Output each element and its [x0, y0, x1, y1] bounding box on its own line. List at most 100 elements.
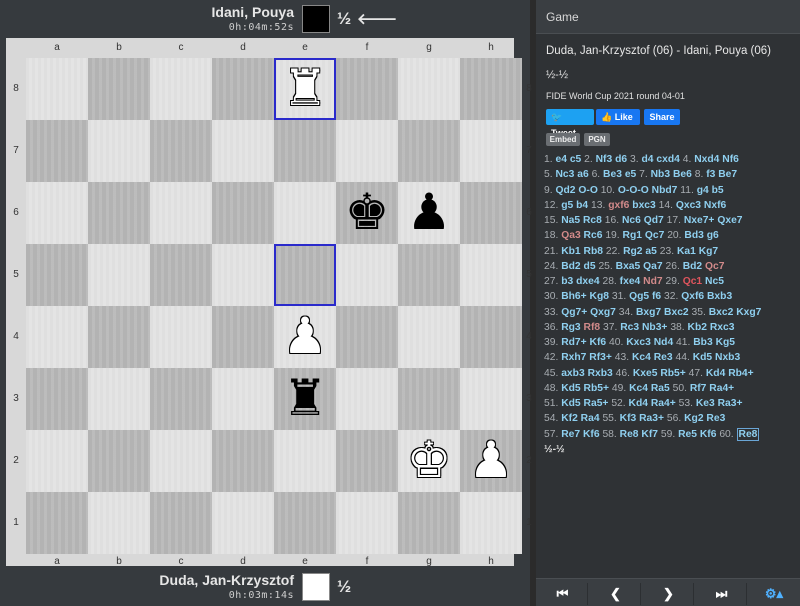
square-c4[interactable] — [150, 306, 212, 368]
square-c8[interactable] — [150, 58, 212, 120]
move[interactable]: Ra4+ — [651, 398, 676, 409]
move[interactable]: Kd4 — [629, 398, 648, 409]
move[interactable]: f3 — [706, 169, 715, 180]
square-e6[interactable] — [274, 182, 336, 244]
move[interactable]: fxe4 — [620, 276, 641, 287]
move[interactable]: Bh6+ — [561, 291, 586, 302]
move[interactable]: bxc3 — [632, 200, 655, 211]
move[interactable]: Be7 — [718, 169, 737, 180]
move[interactable]: Bd2 — [683, 261, 702, 272]
move[interactable]: Rg3 — [561, 322, 580, 333]
square-f3[interactable] — [336, 368, 398, 430]
square-a8[interactable] — [26, 58, 88, 120]
move[interactable]: a6 — [577, 169, 588, 180]
move[interactable]: O-O — [578, 185, 597, 196]
square-a1[interactable] — [26, 492, 88, 554]
move[interactable]: f6 — [652, 291, 661, 302]
square-h8[interactable] — [460, 58, 522, 120]
move[interactable]: Nc5 — [705, 276, 724, 287]
move[interactable]: Qa3 — [561, 230, 580, 241]
white-pawn-icon[interactable]: ♟ — [274, 306, 336, 368]
move[interactable]: Kg2 — [684, 413, 703, 424]
move[interactable]: Kf7 — [641, 429, 658, 440]
move[interactable]: Nxd4 — [694, 154, 719, 165]
move[interactable]: Rc3 — [620, 322, 639, 333]
square-g7[interactable] — [398, 120, 460, 182]
move[interactable]: Rg1 — [623, 230, 642, 241]
move[interactable]: Ra3+ — [718, 398, 743, 409]
move[interactable]: Kf6 — [700, 429, 717, 440]
move[interactable]: Kc4 — [632, 352, 651, 363]
move[interactable]: Qg7+ — [561, 307, 587, 318]
square-b1[interactable] — [88, 492, 150, 554]
square-g5[interactable] — [398, 244, 460, 306]
move[interactable]: Kf2 — [561, 413, 578, 424]
square-d4[interactable] — [212, 306, 274, 368]
square-c7[interactable] — [150, 120, 212, 182]
move[interactable]: Qd2 — [555, 185, 575, 196]
white-king-icon[interactable]: ♚ — [398, 430, 460, 492]
square-g4[interactable] — [398, 306, 460, 368]
move[interactable]: Rg2 — [623, 246, 642, 257]
move[interactable]: Kc4 — [629, 383, 648, 394]
move[interactable]: Kg8 — [590, 291, 609, 302]
black-rook-icon[interactable]: ♜ — [274, 368, 336, 430]
move[interactable]: Rb5+ — [584, 383, 609, 394]
square-d5[interactable] — [212, 244, 274, 306]
square-b3[interactable] — [88, 368, 150, 430]
move[interactable]: Ra4+ — [709, 383, 734, 394]
move[interactable]: Nc3 — [555, 169, 574, 180]
square-f1[interactable] — [336, 492, 398, 554]
move[interactable]: Be3 — [603, 169, 622, 180]
move[interactable]: Qa7 — [643, 261, 662, 272]
move[interactable]: Qxe7 — [717, 215, 742, 226]
first-move-button[interactable]: ⏮ — [538, 583, 588, 605]
move[interactable]: b3 — [561, 276, 573, 287]
move[interactable]: g6 — [707, 230, 719, 241]
move[interactable]: gxf6 — [608, 200, 629, 211]
square-a5[interactable] — [26, 244, 88, 306]
move[interactable]: Nd4 — [654, 337, 673, 348]
move[interactable]: Qxg7 — [590, 307, 616, 318]
move[interactable]: Nxb3 — [715, 352, 740, 363]
settings-gear-icon[interactable]: ⚙▴ — [750, 583, 798, 605]
move[interactable]: Rb8 — [584, 246, 603, 257]
square-c1[interactable] — [150, 492, 212, 554]
move[interactable]: Na5 — [561, 215, 580, 226]
move[interactable]: Kxg7 — [736, 307, 761, 318]
square-d7[interactable] — [212, 120, 274, 182]
move[interactable]: Bd3 — [684, 230, 703, 241]
move[interactable]: Qxc3 — [676, 200, 701, 211]
move[interactable]: Bb3 — [693, 337, 712, 348]
move[interactable]: Bxc2 — [664, 307, 689, 318]
move[interactable]: Qxf6 — [681, 291, 704, 302]
white-rook-icon[interactable]: ♜ — [274, 58, 336, 120]
move[interactable]: Kd5 — [693, 352, 712, 363]
square-h4[interactable] — [460, 306, 522, 368]
move[interactable]: Rb4+ — [728, 368, 753, 379]
square-e7[interactable] — [274, 120, 336, 182]
square-h7[interactable] — [460, 120, 522, 182]
move[interactable]: Kxe5 — [633, 368, 658, 379]
previous-move-button[interactable]: ❮ — [591, 583, 641, 605]
move[interactable]: Re3 — [654, 352, 673, 363]
square-b4[interactable] — [88, 306, 150, 368]
square-c5[interactable] — [150, 244, 212, 306]
move[interactable]: Re3 — [706, 413, 725, 424]
square-e2[interactable] — [274, 430, 336, 492]
square-f4[interactable] — [336, 306, 398, 368]
square-f5[interactable] — [336, 244, 398, 306]
square-b7[interactable] — [88, 120, 150, 182]
move[interactable]: a5 — [645, 246, 656, 257]
move[interactable]: Re8 — [620, 429, 639, 440]
square-d8[interactable] — [212, 58, 274, 120]
square-c3[interactable] — [150, 368, 212, 430]
move[interactable]: Nf6 — [722, 154, 739, 165]
chess-board[interactable]: ♜ ♚ ♟ ♟ ♜ ♚ ♟ — [26, 58, 522, 554]
move[interactable]: c5 — [570, 154, 581, 165]
black-king-icon[interactable]: ♚ — [336, 182, 398, 244]
square-d2[interactable] — [212, 430, 274, 492]
square-c2[interactable] — [150, 430, 212, 492]
move[interactable]: Rb5+ — [660, 368, 685, 379]
pgn-button[interactable]: PGN — [584, 133, 610, 146]
